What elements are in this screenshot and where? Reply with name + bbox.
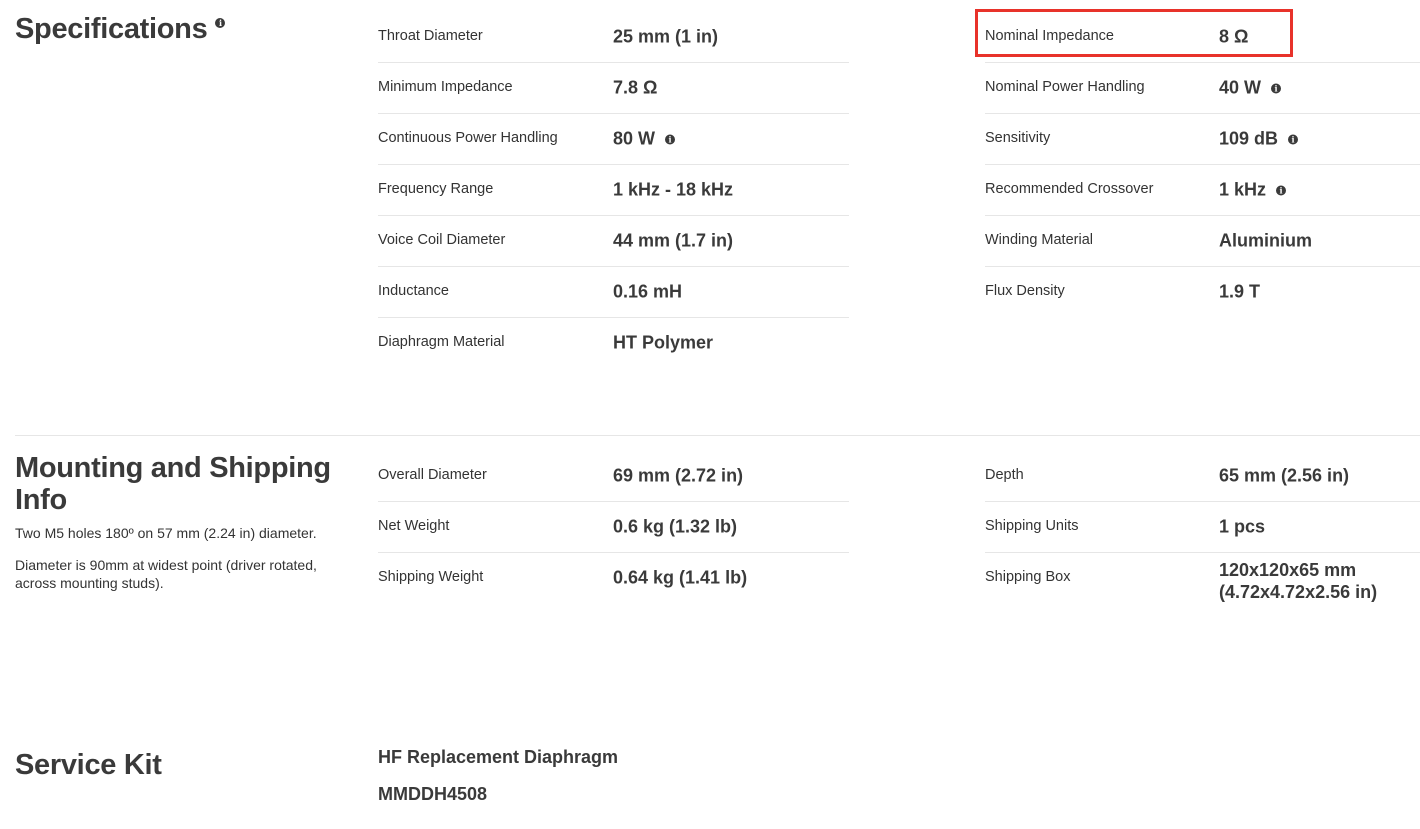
spec-row: Net Weight 0.6 kg (1.32 lb) <box>378 499 849 553</box>
spec-label: Throat Diameter <box>378 28 483 44</box>
spec-row: Diaphragm Material HT Polymer <box>378 315 849 366</box>
spec-row: Shipping Box 120x120x65 mm (4.72x4.72x2.… <box>985 550 1420 602</box>
spec-value: 120x120x65 mm (4.72x4.72x2.56 in) <box>1219 560 1378 602</box>
spec-value: 1 pcs <box>1219 516 1266 537</box>
service-kit-item-name[interactable]: HF Replacement Diaphragm <box>378 747 618 768</box>
specifications-title: Specifications i <box>15 13 226 45</box>
info-icon[interactable]: i <box>1271 83 1282 94</box>
spec-value: Aluminium <box>1219 230 1312 251</box>
spec-label: Minimum Impedance <box>378 79 513 95</box>
spec-label: Overall Diameter <box>378 467 487 483</box>
spec-value: 44 mm (1.7 in) <box>613 230 734 251</box>
spec-value: 0.16 mH <box>613 281 683 302</box>
spec-label: Diaphragm Material <box>378 334 505 350</box>
spec-label: Flux Density <box>985 283 1065 299</box>
specs-left-column: Throat Diameter 25 mm (1 in) Minimum Imp… <box>378 9 849 366</box>
spec-row: Depth 65 mm (2.56 in) <box>985 448 1420 502</box>
spec-row: Voice Coil Diameter 44 mm (1.7 in) <box>378 213 849 267</box>
mounting-left-column: Overall Diameter 69 mm (2.72 in) Net Wei… <box>378 448 849 601</box>
spec-row: Flux Density 1.9 T <box>985 264 1420 315</box>
mounting-title: Mounting and Shipping Info <box>15 452 331 516</box>
spec-row: Winding Material Aluminium <box>985 213 1420 267</box>
specifications-section: Specifications i Throat Diameter 25 mm (1… <box>0 0 1420 436</box>
mounting-note: Diameter is 90mm at widest point (driver… <box>15 557 317 591</box>
spec-value: 80 Wi <box>613 129 676 150</box>
highlight-box <box>975 9 1293 57</box>
spec-value: 40 Wi <box>1219 78 1282 99</box>
mounting-section: Mounting and Shipping Info Two M5 holes … <box>0 436 1420 736</box>
spec-label: Frequency Range <box>378 181 494 197</box>
spec-row: Inductance 0.16 mH <box>378 264 849 318</box>
spec-row: Minimum Impedance 7.8 Ω <box>378 60 849 114</box>
spec-row: Throat Diameter 25 mm (1 in) <box>378 9 849 63</box>
spec-label: Depth <box>985 467 1024 483</box>
spec-row: Continuous Power Handling 80 Wi <box>378 111 849 165</box>
spec-value: HT Polymer <box>613 332 714 353</box>
spec-value: 0.6 kg (1.32 lb) <box>613 516 738 537</box>
spec-row: Sensitivity 109 dB i <box>985 111 1420 165</box>
service-kit-item-code: MMDDH4508 <box>378 784 488 804</box>
spec-value: 25 mm (1 in) <box>613 26 719 47</box>
spec-label: Nominal Power Handling <box>985 79 1145 95</box>
spec-row: Recommended Crossover 1 kHz i <box>985 162 1420 216</box>
spec-label: Continuous Power Handling <box>378 130 558 146</box>
spec-label: Net Weight <box>378 518 450 534</box>
spec-label: Shipping Weight <box>378 569 484 585</box>
spec-value: 1.9 T <box>1219 281 1261 302</box>
spec-value: 0.64 kg (1.41 lb) <box>613 567 748 588</box>
spec-value: 69 mm (2.72 in) <box>613 465 744 486</box>
spec-label: Shipping Box <box>985 569 1071 585</box>
spec-value: 1 kHz - 18 kHz <box>613 179 734 200</box>
service-kit-title: Service Kit <box>15 749 162 781</box>
spec-value: 109 dB i <box>1219 129 1299 150</box>
spec-value: 7.8 Ω <box>613 77 658 98</box>
spec-row: Shipping Units 1 pcs <box>985 499 1420 553</box>
spec-label: Voice Coil Diameter <box>378 232 506 248</box>
spec-label: Sensitivity <box>985 130 1051 146</box>
info-icon[interactable]: i <box>1288 134 1299 145</box>
spec-row: Nominal Power Handling 40 Wi <box>985 60 1420 114</box>
mounting-note: Two M5 holes 180º on 57 mm (2.24 in) dia… <box>15 525 317 541</box>
spec-row: Overall Diameter 69 mm (2.72 in) <box>378 448 849 502</box>
spec-row: Frequency Range 1 kHz - 18 kHz <box>378 162 849 216</box>
info-icon[interactable]: i <box>215 18 226 28</box>
mounting-right-column: Depth 65 mm (2.56 in) Shipping Units 1 p… <box>985 448 1420 602</box>
spec-label: Winding Material <box>985 232 1093 248</box>
info-icon[interactable]: i <box>665 134 676 145</box>
service-kit-section: Service Kit HF Replacement Diaphragm MMD… <box>0 736 1420 829</box>
spec-label: Recommended Crossover <box>985 181 1154 197</box>
spec-value: 65 mm (2.56 in) <box>1219 465 1350 486</box>
spec-row: Shipping Weight 0.64 kg (1.41 lb) <box>378 550 849 601</box>
spec-label: Shipping Units <box>985 518 1079 534</box>
spec-label: Inductance <box>378 283 449 299</box>
spec-value: 1 kHz i <box>1219 180 1287 201</box>
info-icon[interactable]: i <box>1276 185 1287 196</box>
